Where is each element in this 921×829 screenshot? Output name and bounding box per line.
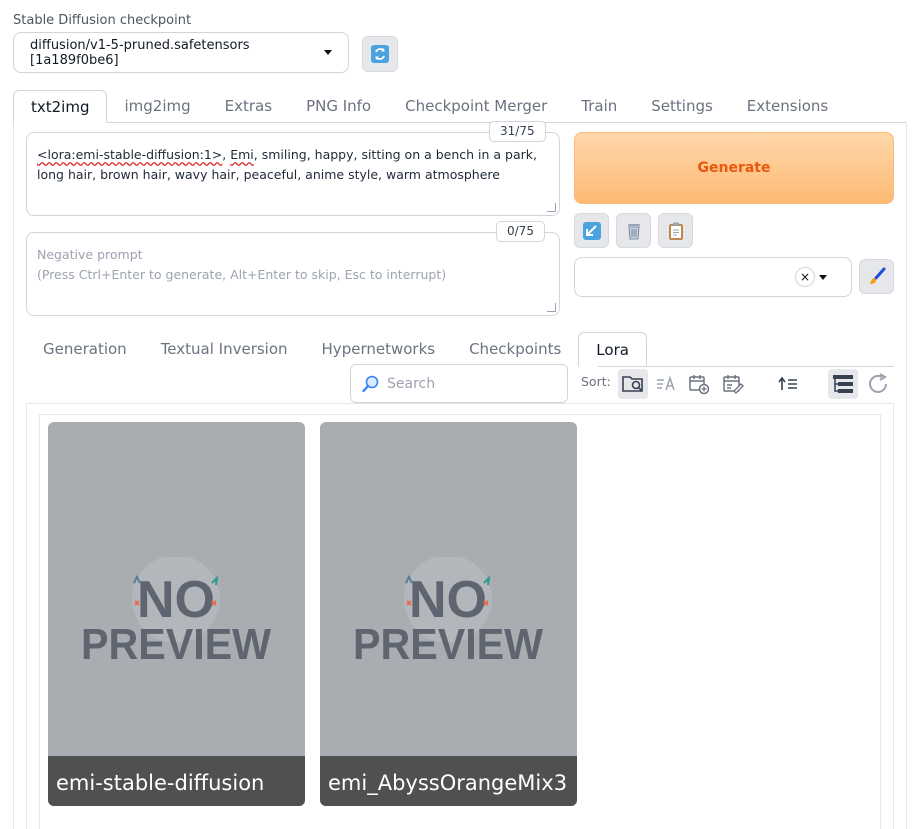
- prompt-word-emi: Emi: [230, 147, 254, 162]
- prompt-textarea[interactable]: <lora:emi-stable-diffusion:1>, Emi, smil…: [26, 132, 560, 216]
- lora-card[interactable]: NO PREVIEW emi_AbyssOrangeMix3: [320, 422, 577, 806]
- lora-card[interactable]: NO PREVIEW emi-stable-diffusion: [48, 422, 305, 806]
- folder-search-icon: [622, 376, 643, 392]
- no-preview-image: NO PREVIEW: [353, 557, 543, 669]
- tab-img2img[interactable]: img2img: [107, 90, 207, 123]
- sort-order-button[interactable]: [773, 369, 803, 399]
- subtabs-divider: [598, 366, 894, 367]
- lora-card-name: emi-stable-diffusion: [48, 756, 305, 806]
- resize-handle[interactable]: [547, 303, 556, 312]
- no-preview-image: NO PREVIEW: [81, 557, 271, 669]
- chevron-down-icon: [819, 275, 827, 280]
- tab-hypernetworks[interactable]: Hypernetworks: [305, 332, 453, 367]
- tab-lora[interactable]: Lora: [578, 332, 647, 367]
- tab-extras[interactable]: Extras: [208, 90, 289, 123]
- sort-by-date-modified-button[interactable]: [718, 369, 748, 399]
- generate-button[interactable]: Generate: [574, 132, 894, 204]
- no-preview-line2: PREVIEW: [353, 620, 543, 669]
- clear-prompt-button[interactable]: [616, 213, 651, 248]
- lora-card-name: emi_AbyssOrangeMix3: [320, 756, 577, 806]
- chevron-down-icon: [324, 50, 332, 55]
- extra-networks-tabs: Generation Textual Inversion Hypernetwor…: [26, 332, 647, 367]
- negative-prompt-placeholder: Negative prompt: [37, 247, 143, 262]
- tab-png-info[interactable]: PNG Info: [289, 90, 388, 123]
- tab-txt2img[interactable]: txt2img: [13, 90, 108, 123]
- clipboard-icon: [668, 222, 683, 240]
- read-params-icon: [582, 221, 601, 240]
- search-placeholder: Search: [387, 375, 436, 392]
- tab-checkpoint-merger[interactable]: Checkpoint Merger: [388, 90, 564, 123]
- tree-view-icon: [833, 375, 853, 393]
- sort-alpha-icon: [657, 375, 675, 391]
- tab-settings[interactable]: Settings: [634, 90, 730, 123]
- tab-train[interactable]: Train: [564, 90, 634, 123]
- no-preview-line2: PREVIEW: [81, 620, 271, 669]
- search-icon: [362, 375, 379, 392]
- refresh-checkpoint-button[interactable]: [362, 36, 398, 72]
- negative-prompt-hint: (Press Ctrl+Enter to generate, Alt+Enter…: [37, 267, 447, 282]
- refresh-icon: [371, 45, 389, 63]
- refresh-list-button[interactable]: [863, 369, 893, 399]
- search-input[interactable]: Search: [350, 364, 568, 403]
- tab-generation[interactable]: Generation: [26, 332, 144, 367]
- tab-extensions[interactable]: Extensions: [730, 90, 845, 123]
- tab-textual-inversion[interactable]: Textual Inversion: [144, 332, 305, 367]
- checkpoint-dropdown[interactable]: diffusion/v1-5-pruned.safetensors [1a189…: [13, 32, 349, 73]
- sort-label: Sort:: [581, 374, 611, 389]
- negative-prompt-textarea[interactable]: Negative prompt (Press Ctrl+Enter to gen…: [26, 232, 560, 316]
- edit-styles-button[interactable]: [859, 259, 894, 294]
- resize-handle[interactable]: [547, 203, 556, 212]
- prompt-lora-tag: <lora:emi-stable-diffusion:1>: [37, 147, 223, 162]
- clear-styles-button[interactable]: ×: [795, 267, 815, 287]
- refresh-icon: [869, 373, 887, 393]
- sort-ascending-icon: [778, 376, 797, 390]
- main-tabs: txt2img img2img Extras PNG Info Checkpoi…: [13, 90, 845, 123]
- sort-by-date-created-button[interactable]: [684, 369, 714, 399]
- apply-styles-button[interactable]: [658, 213, 693, 248]
- negative-token-counter: 0/75: [496, 221, 545, 242]
- read-params-button[interactable]: [574, 213, 609, 248]
- checkpoint-label: Stable Diffusion checkpoint: [13, 13, 192, 28]
- sort-by-name-button[interactable]: [651, 369, 681, 399]
- calendar-plus-icon: [689, 375, 710, 395]
- tab-checkpoints[interactable]: Checkpoints: [452, 332, 578, 367]
- tree-view-button[interactable]: [828, 369, 858, 399]
- trash-icon: [627, 223, 640, 239]
- sort-by-path-button[interactable]: [618, 369, 648, 399]
- checkpoint-value: diffusion/v1-5-pruned.safetensors [1a189…: [30, 37, 250, 68]
- paintbrush-icon: [869, 267, 885, 284]
- prompt-token-counter: 31/75: [489, 121, 546, 142]
- calendar-edit-icon: [723, 375, 744, 394]
